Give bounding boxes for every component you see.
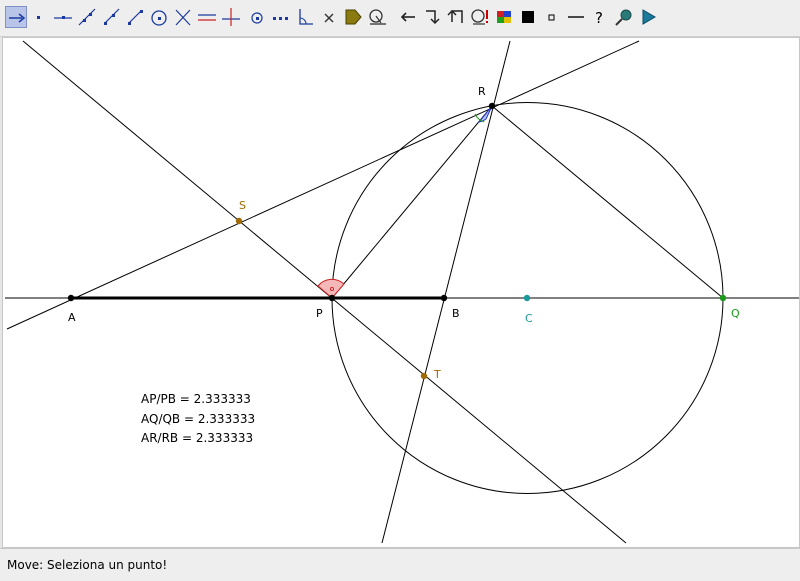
label-a: A bbox=[68, 311, 76, 324]
label-p: P bbox=[316, 307, 323, 320]
move-arrow-icon bbox=[9, 13, 26, 23]
play-tool-button[interactable] bbox=[637, 6, 659, 28]
circle-tool-button[interactable] bbox=[148, 6, 170, 28]
angle-icon bbox=[299, 9, 313, 25]
point-tool-button[interactable] bbox=[28, 6, 50, 28]
help-question-icon: ? bbox=[595, 9, 603, 27]
circle-icon bbox=[151, 10, 167, 26]
move-tool-button[interactable] bbox=[5, 6, 27, 28]
midpoint-tool-button[interactable] bbox=[246, 6, 268, 28]
point-on-object-tool-button[interactable] bbox=[52, 6, 74, 28]
play-triangle-icon bbox=[642, 9, 656, 25]
status-text: Move: Seleziona un punto! bbox=[7, 558, 168, 572]
locus-tool-button[interactable] bbox=[270, 6, 292, 28]
back-arrow-icon bbox=[447, 9, 463, 23]
color-palette-icon bbox=[497, 11, 511, 23]
point-p[interactable] bbox=[328, 294, 336, 302]
intersection-tool-button[interactable] bbox=[172, 6, 194, 28]
segment-tool-button[interactable] bbox=[124, 6, 146, 28]
redo-arrow-icon bbox=[426, 10, 440, 25]
search-tool-button[interactable] bbox=[469, 6, 491, 28]
help-tool-button[interactable]: ? bbox=[589, 6, 611, 28]
label-c: C bbox=[525, 312, 533, 325]
point-icon bbox=[37, 16, 40, 19]
segment-r-q[interactable] bbox=[491, 105, 724, 299]
zoom-tool-button[interactable] bbox=[613, 6, 635, 28]
geometry-drawing[interactable]: A P B C Q R S T AP/PB = 2.333333 AQ/QB =… bbox=[3, 38, 799, 547]
line-tool-button[interactable] bbox=[76, 6, 98, 28]
point-c[interactable] bbox=[523, 294, 531, 302]
delete-x-icon bbox=[324, 13, 334, 23]
dotted-line-icon bbox=[273, 17, 288, 20]
drawing-canvas[interactable]: A P B C Q R S T AP/PB = 2.333333 AQ/QB =… bbox=[2, 37, 800, 548]
point-s[interactable] bbox=[235, 217, 243, 225]
midpoint-icon bbox=[251, 12, 263, 24]
segment-r-p[interactable] bbox=[331, 105, 493, 299]
delete-tool-button[interactable] bbox=[318, 6, 340, 28]
angle-tool-button[interactable] bbox=[294, 6, 316, 28]
svg-text:?: ? bbox=[595, 9, 603, 27]
point-a[interactable] bbox=[67, 294, 75, 302]
parallel-line-tool-button[interactable] bbox=[196, 6, 218, 28]
dash-line-icon bbox=[568, 16, 584, 18]
ratio-ar-rb[interactable]: AR/RB = 2.333333 bbox=[141, 431, 253, 445]
status-bar: Move: Seleziona un punto! bbox=[0, 548, 800, 581]
line-style-tool-button[interactable] bbox=[565, 6, 587, 28]
arrow-left-icon bbox=[400, 12, 415, 22]
perpendicular-line-tool-button[interactable] bbox=[220, 6, 242, 28]
thick-point-tool-button[interactable] bbox=[517, 6, 539, 28]
back-tool-button[interactable] bbox=[445, 6, 467, 28]
intersection-icon bbox=[175, 9, 191, 26]
search-alert-icon bbox=[471, 9, 488, 25]
fill-tool-button[interactable] bbox=[342, 6, 364, 28]
redo-tool-button[interactable] bbox=[421, 6, 443, 28]
geometry-app-window: ? A P B C Q R S T AP/PB = 2.333333 AQ/QB… bbox=[0, 0, 800, 581]
measure-tool-button[interactable] bbox=[366, 6, 388, 28]
zoom-icon bbox=[615, 9, 632, 26]
ratio-ap-pb[interactable]: AP/PB = 2.333333 bbox=[141, 392, 251, 406]
ray-icon bbox=[104, 8, 120, 25]
ratio-aq-qb[interactable]: AQ/QB = 2.333333 bbox=[141, 412, 255, 426]
point-b[interactable] bbox=[440, 294, 448, 302]
thin-point-tool-button[interactable] bbox=[541, 6, 563, 28]
label-b: B bbox=[452, 307, 460, 320]
label-s: S bbox=[239, 199, 246, 212]
label-r: R bbox=[478, 85, 486, 98]
measure-icon bbox=[369, 9, 386, 25]
small-square-icon bbox=[548, 14, 555, 21]
line-icon bbox=[78, 8, 96, 26]
segment-icon bbox=[128, 10, 143, 25]
label-t: T bbox=[433, 368, 441, 381]
line-r-b[interactable] bbox=[381, 40, 511, 544]
perpendicular-icon bbox=[222, 8, 240, 26]
toolbar: ? bbox=[0, 0, 800, 37]
point-r[interactable] bbox=[488, 102, 496, 110]
color-palette-tool-button[interactable] bbox=[493, 6, 515, 28]
fill-tag-icon bbox=[345, 9, 362, 25]
point-t[interactable] bbox=[420, 372, 428, 380]
point-q[interactable] bbox=[719, 294, 727, 302]
point-on-line-icon bbox=[54, 16, 72, 19]
parallel-lines-icon bbox=[198, 14, 216, 21]
filled-square-icon bbox=[522, 11, 534, 23]
ray-tool-button[interactable] bbox=[100, 6, 122, 28]
undo-tool-button[interactable] bbox=[397, 6, 419, 28]
label-q: Q bbox=[731, 307, 740, 320]
